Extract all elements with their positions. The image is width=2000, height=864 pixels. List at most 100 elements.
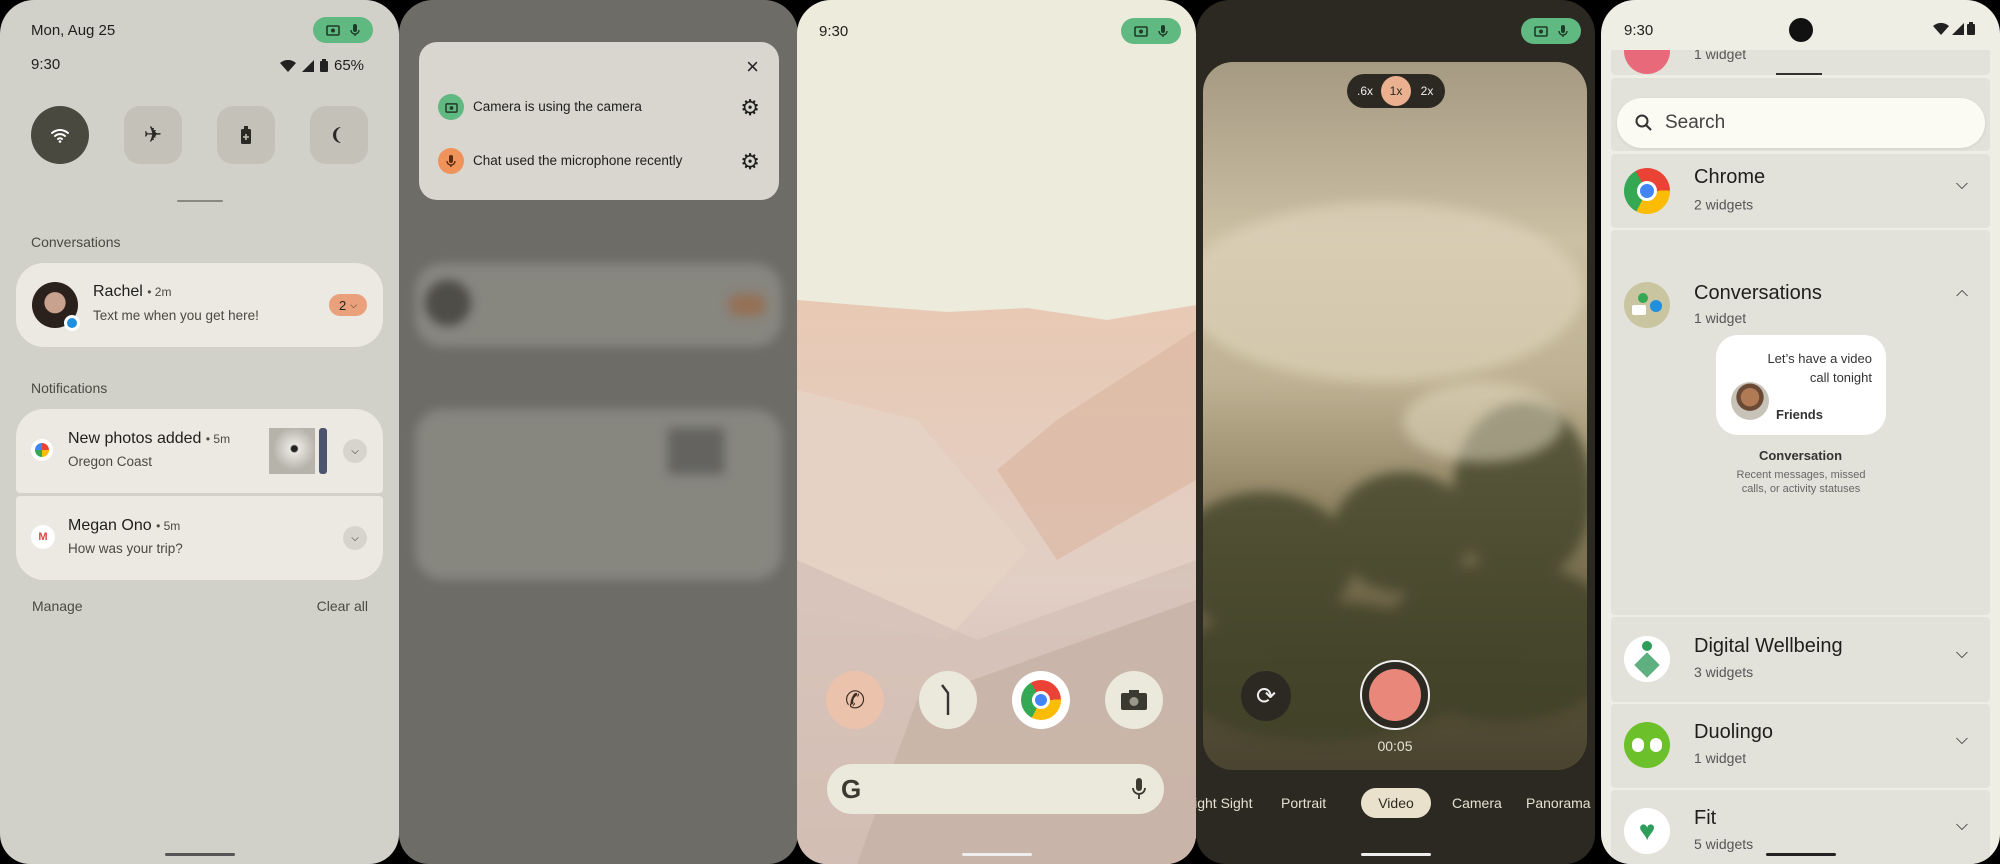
clock-app[interactable] [919, 671, 977, 729]
google-search-bar[interactable]: G [827, 764, 1164, 814]
search-input[interactable]: Search [1617, 98, 1985, 148]
widget-app-duolingo[interactable]: Duolingo 1 widget ⌵ [1611, 704, 1990, 788]
camera-icon [1534, 26, 1548, 37]
app-name: Conversations [1694, 282, 1822, 304]
notification-body: How was your trip? [68, 541, 183, 556]
widget-count: 5 widgets [1694, 836, 1754, 852]
avatar [1731, 382, 1769, 420]
conversation-widget-preview[interactable]: Let’s have a video call tonight Friends [1716, 335, 1886, 435]
conversation-notification[interactable]: Rachel • 2m Text me when you get here! 2… [16, 263, 383, 347]
battery-saver-icon [241, 126, 251, 144]
chevron-down-icon[interactable]: ⌵ [1956, 817, 1968, 835]
dark-mode-icon [333, 127, 341, 143]
expand-handle[interactable] [176, 200, 223, 202]
widget-count: 2 widgets [1694, 196, 1754, 213]
camera-screen: .6x 1x 2x ⟳ 00:05 Night Sight Portrait V… [1196, 0, 1595, 864]
clear-all-button[interactable]: Clear all [317, 598, 368, 614]
chevron-down-icon[interactable]: ⌵ [1956, 645, 1968, 663]
switch-camera-button[interactable]: ⟳ [1241, 671, 1291, 721]
chevron-up-icon[interactable]: ⌵ [1956, 285, 1968, 303]
widget-app-row-partial[interactable]: 1 widget [1611, 50, 1990, 75]
dark-theme-tile[interactable] [310, 106, 368, 164]
notification-shade: Mon, Aug 25 9:30 65% ✈ Conversations Rac… [0, 0, 399, 864]
widget-app-digital-wellbeing[interactable]: Digital Wellbeing 3 widgets ⌵ [1611, 617, 1990, 702]
expand-button[interactable]: ⌵ [343, 439, 367, 463]
privacy-indicator[interactable] [1521, 18, 1581, 44]
conversations-icon [1624, 282, 1670, 328]
duolingo-icon [1624, 722, 1670, 768]
close-icon[interactable]: × [746, 54, 759, 80]
notification-title: Megan Ono [68, 517, 152, 534]
privacy-indicator[interactable] [313, 17, 373, 43]
expand-button[interactable]: ⌵ [343, 526, 367, 550]
chevron-down-icon[interactable]: ⌵ [1956, 731, 1968, 749]
record-button[interactable] [1360, 660, 1430, 730]
navigation-handle[interactable] [164, 853, 235, 856]
date: Mon, Aug 25 [31, 22, 116, 39]
app-name: Chrome [1694, 166, 1766, 188]
widget-app-conversations[interactable]: Conversations 1 widget ⌵ Let’s have a vi… [1611, 230, 1990, 615]
zoom-2x[interactable]: 2x [1413, 84, 1441, 98]
switch-camera-icon: ⟳ [1255, 682, 1277, 710]
notification-gmail[interactable]: M Megan Ono • 5m How was your trip? ⌵ [16, 496, 383, 580]
search-placeholder: Search [1665, 112, 1726, 133]
zoom-0.6x[interactable]: .6x [1351, 84, 1379, 98]
message-count: 2 [338, 297, 347, 313]
manage-button[interactable]: Manage [32, 598, 83, 614]
camera-icon [1121, 690, 1147, 710]
phone-icon: ✆ [844, 686, 866, 714]
conversations-header: Conversations [31, 234, 121, 250]
chrome-app[interactable] [1012, 671, 1070, 729]
battery-saver-tile[interactable] [217, 106, 275, 164]
widget-count: 3 widgets [1694, 664, 1754, 680]
sender-name: Rachel [93, 283, 143, 300]
clock: 9:30 [819, 23, 849, 40]
preview-group: Friends [1776, 407, 1823, 422]
wallpaper [797, 300, 1196, 864]
phone-app[interactable]: ✆ [826, 671, 884, 729]
timestamp: • 2m [147, 285, 172, 299]
notifications-header: Notifications [31, 380, 108, 396]
privacy-indicator[interactable] [1121, 18, 1181, 44]
app-icon [1624, 50, 1670, 74]
battery-icon [1967, 22, 1975, 35]
camera-viewfinder[interactable]: .6x 1x 2x ⟳ 00:05 [1203, 62, 1587, 770]
navigation-handle[interactable] [961, 853, 1032, 856]
widget-description: Recent messages, missed calls, or activi… [1736, 469, 1866, 495]
photo-thumbnail[interactable] [269, 428, 315, 474]
widget-app-chrome[interactable]: Chrome 2 widgets ⌵ [1611, 154, 1990, 228]
message-count-button[interactable]: 2 ⌵ [329, 294, 367, 316]
chevron-down-icon: ⌵ [350, 299, 358, 310]
wifi-icon [280, 59, 296, 72]
mode-panorama[interactable]: Panorama [1526, 788, 1591, 818]
gear-icon[interactable]: ⚙ [740, 149, 760, 175]
drag-handle[interactable] [1776, 73, 1822, 75]
gear-icon[interactable]: ⚙ [740, 95, 760, 121]
camera-app[interactable] [1105, 671, 1163, 729]
widget-count: 1 widget [1694, 750, 1747, 766]
timestamp: • 5m [156, 519, 181, 533]
photo-thumbnail[interactable] [319, 428, 327, 474]
mode-camera[interactable]: Camera [1452, 788, 1502, 818]
zoom-1x[interactable]: 1x [1381, 76, 1411, 106]
home-screen: 9:30 ✆ G [797, 0, 1196, 864]
signal-icon [1952, 22, 1964, 35]
mode-video[interactable]: Video [1361, 788, 1431, 818]
digital-wellbeing-icon [1624, 636, 1670, 682]
notification-photos[interactable]: New photos added • 5m Oregon Coast ⌵ [16, 409, 383, 493]
chevron-down-icon: ⌵ [351, 445, 359, 457]
mode-portrait[interactable]: Portrait [1281, 788, 1326, 818]
chevron-down-icon[interactable]: ⌵ [1956, 176, 1968, 194]
mode-night-sight[interactable]: Night Sight [1196, 788, 1252, 818]
message-preview: Text me when you get here! [93, 308, 259, 323]
wifi-tile[interactable] [31, 106, 89, 164]
navigation-handle[interactable] [1765, 853, 1836, 856]
clock-icon [941, 684, 950, 715]
google-photos-icon [31, 439, 53, 461]
airplane-mode-tile[interactable]: ✈ [124, 106, 182, 164]
microphone-icon [350, 24, 360, 36]
navigation-handle[interactable] [1360, 853, 1431, 856]
microphone-icon[interactable] [1132, 777, 1146, 801]
widget-count: 1 widget [1694, 50, 1747, 62]
wifi-icon [1933, 22, 1949, 35]
